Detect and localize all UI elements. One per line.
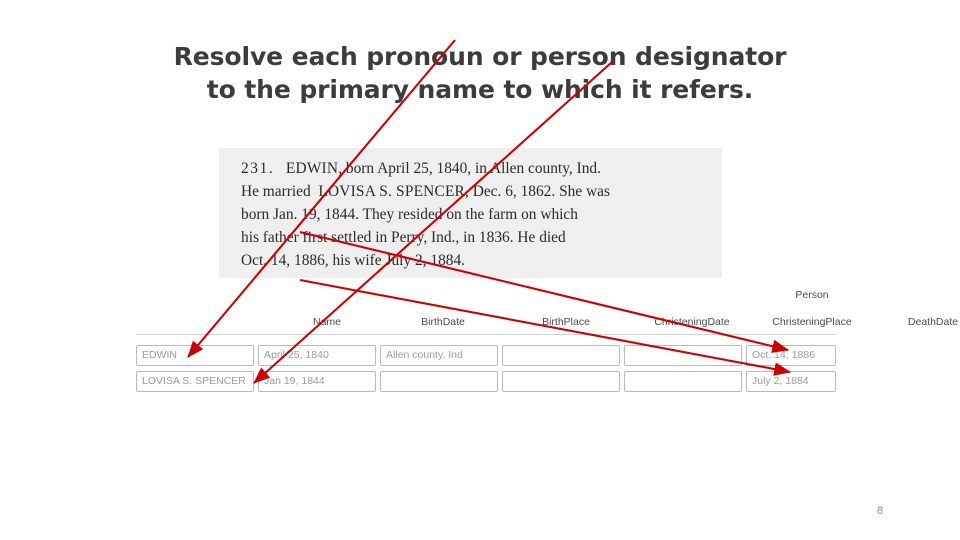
page-title-line-2: to the primary name to which it refers. [206, 75, 754, 104]
table-group-label-person: Person [795, 289, 829, 301]
scan-line-2: He married LOVISA S. SPENCER, Dec. 6, 18… [241, 180, 710, 203]
cell-name-row2[interactable]: LOVISA S. SPENCER [136, 371, 254, 392]
scan-line-5: Oct. 14, 1886, his wife July 2, 1884. [241, 252, 466, 269]
column-header-name: Name [312, 316, 341, 328]
cell-birthdate-row2[interactable]: Jan 19, 1844 [258, 371, 376, 392]
scan-name-edwin: EDWIN [285, 160, 339, 177]
column-header-birthdate: BirthDate [421, 316, 465, 328]
scan-line-1: 231. EDWIN, born April 25, 1840, in Alle… [241, 157, 710, 180]
cell-christeningdate-row1[interactable] [502, 345, 620, 366]
slide: Resolve each pronoun or person designato… [0, 0, 960, 540]
page-title-line-1: Resolve each pronoun or person designato… [173, 42, 787, 71]
scan-line-2-lead: He married [241, 183, 311, 200]
cell-deathdate-row2[interactable]: July 2, 1884 [746, 371, 836, 392]
column-header-birthplace: BirthPlace [542, 316, 590, 328]
scan-line-1-rest: , born April 25, 1840, in Allen county, … [338, 160, 601, 177]
cell-name-row1[interactable]: EDWIN [136, 345, 254, 366]
scan-name-lovisa: LOVISA S. SPENCER [318, 183, 466, 200]
cell-christeningplace-row2[interactable] [624, 371, 742, 392]
scanned-text-block: 231. EDWIN, born April 25, 1840, in Alle… [219, 148, 722, 278]
cell-birthplace-row1[interactable]: Allen county, Ind [380, 345, 498, 366]
cell-birthplace-row2[interactable] [380, 371, 498, 392]
column-header-deathdate: DeathDate [907, 316, 959, 328]
scan-line-2-rest: , Dec. 6, 1862. She was [465, 183, 610, 200]
table-header-divider [136, 334, 836, 335]
page-title: Resolve each pronoun or person designato… [120, 40, 840, 106]
extraction-table: Person Name BirthDate BirthPlace Christe… [136, 289, 958, 397]
page-number: 8 [876, 505, 884, 517]
scan-line-4: his father first settled in Perry, Ind.,… [241, 229, 566, 246]
cell-christeningplace-row1[interactable] [624, 345, 742, 366]
cell-birthdate-row1[interactable]: April 25, 1840 [258, 345, 376, 366]
scan-entry-number: 231. [241, 160, 275, 177]
column-header-christeningplace: ChristeningPlace [772, 316, 852, 328]
cell-deathdate-row1[interactable]: Oct. 14, 1886 [746, 345, 836, 366]
table-header-row: Name BirthDate BirthPlace ChristeningDat… [136, 316, 958, 334]
column-header-christeningdate: ChristeningDate [654, 316, 730, 328]
scan-line-3: born Jan. 19, 1844. They resided on the … [241, 206, 578, 223]
cell-christeningdate-row2[interactable] [502, 371, 620, 392]
